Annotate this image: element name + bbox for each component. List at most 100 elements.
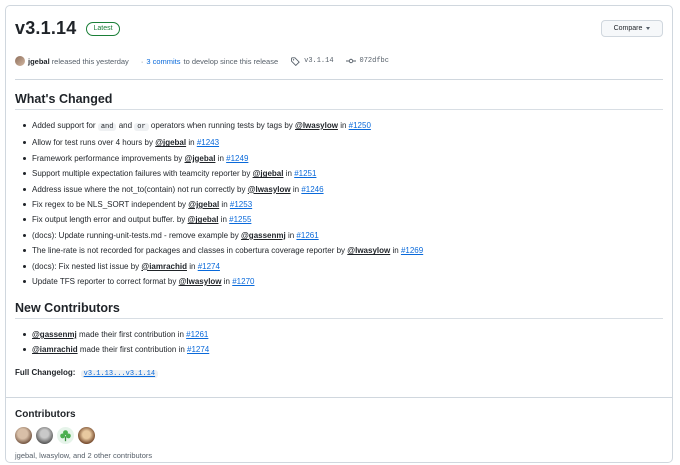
item-text: Support multiple expectation failures wi… — [32, 169, 251, 179]
compare-label: Compare — [613, 25, 643, 32]
item-text: The line-rate is not recorded for packag… — [32, 246, 346, 256]
release-meta: jgebal released this yesterday · 3 commi… — [15, 56, 663, 66]
code-or: or — [134, 123, 149, 131]
user-mention[interactable]: @gassenmj — [241, 231, 286, 240]
user-mention[interactable]: @jgebal — [155, 138, 186, 147]
item-text: made their first contribution in — [78, 330, 184, 339]
list-item: (docs): Update running-unit-tests.md - r… — [15, 228, 663, 243]
pr-link[interactable]: #1274 — [198, 262, 220, 271]
user-mention[interactable]: @lwasylow — [295, 121, 338, 130]
item-text: Added support for — [32, 121, 96, 130]
commit-icon — [345, 58, 356, 64]
code-and: and — [97, 123, 117, 131]
compare-button[interactable]: Compare — [601, 20, 663, 37]
user-mention[interactable]: @jgebal — [188, 215, 219, 224]
item-text: Address issue where the not_to(contain) … — [32, 184, 246, 194]
item-text: Allow for test runs over 4 hours by — [32, 138, 153, 148]
user-mention[interactable]: @jgebal — [253, 169, 284, 178]
commit-hash-link[interactable]: 072dfbc — [360, 57, 389, 65]
contributor-avatars — [15, 427, 95, 444]
contributors-divider — [6, 397, 672, 398]
user-mention[interactable]: @gassenmj — [32, 330, 77, 339]
pr-link[interactable]: #1243 — [197, 138, 219, 147]
clover-icon — [60, 430, 71, 442]
item-text: in — [223, 277, 230, 287]
commits-dot: · — [140, 56, 144, 66]
item-text: (docs): Update running-unit-tests.md - r… — [32, 230, 239, 240]
item-text: in — [340, 121, 347, 130]
list-item: Update TFS reporter to correct format by… — [15, 274, 663, 289]
new-contributors-list: @gassenmj made their first contribution … — [15, 327, 663, 358]
list-item: Address issue where the not_to(contain) … — [15, 182, 663, 197]
chevron-down-icon — [646, 27, 651, 30]
list-item: Support multiple expectation failures wi… — [15, 166, 663, 181]
pr-link[interactable]: #1261 — [186, 330, 208, 339]
whats-changed-heading: What's Changed — [15, 92, 113, 106]
release-title[interactable]: v3.1.14 — [15, 18, 76, 39]
pr-link[interactable]: #1250 — [349, 121, 371, 130]
tag-link[interactable]: v3.1.14 — [304, 57, 333, 65]
pr-link[interactable]: #1269 — [401, 246, 423, 255]
release-card: v3.1.14 Latest Compare jgebal released t… — [5, 5, 673, 463]
heading-underline — [15, 318, 663, 319]
list-item: @iamrachid made their first contribution… — [15, 342, 663, 357]
new-contributors-section: New Contributors @gassenmj made their fi… — [15, 301, 663, 358]
item-text: Fix output length error and output buffe… — [32, 215, 186, 225]
list-item: Added support for and and or operators w… — [15, 118, 663, 135]
user-mention[interactable]: @lwasylow — [248, 185, 291, 194]
pr-link[interactable]: #1246 — [301, 185, 323, 194]
changelog-link[interactable]: v3.1.13...v3.1.14 — [80, 370, 159, 378]
pr-link[interactable]: #1261 — [296, 231, 318, 240]
contributors-heading: Contributors — [15, 409, 76, 420]
header-divider — [15, 79, 663, 80]
commits-suffix: to develop since this release — [183, 56, 279, 66]
list-item: (docs): Fix nested list issue by @iamrac… — [15, 259, 663, 274]
user-mention[interactable]: @iamrachid — [32, 345, 78, 354]
pr-link[interactable]: #1274 — [187, 345, 209, 354]
list-item: Allow for test runs over 4 hours by @jge… — [15, 135, 663, 150]
item-text: made their first contribution in — [79, 345, 185, 355]
user-mention[interactable]: @iamrachid — [141, 262, 187, 271]
avatar[interactable] — [36, 427, 53, 444]
pr-link[interactable]: #1253 — [230, 200, 252, 209]
item-text: Fix regex to be NLS_SORT independent by — [32, 200, 187, 210]
contributors-summary: jgebal, lwasylow, and 2 other contributo… — [15, 451, 153, 460]
avatar[interactable] — [78, 427, 95, 444]
changes-list: Added support for and and or operators w… — [15, 118, 663, 289]
full-changelog: Full Changelog: v3.1.13...v3.1.14 — [15, 368, 159, 378]
user-mention[interactable]: @jgebal — [185, 154, 216, 163]
release-header: v3.1.14 Latest Compare jgebal released t… — [15, 18, 663, 84]
avatar[interactable] — [57, 427, 74, 444]
new-contributors-heading: New Contributors — [15, 301, 120, 315]
pr-link[interactable]: #1251 — [294, 169, 316, 178]
list-item: Fix output length error and output buffe… — [15, 212, 663, 227]
pr-link[interactable]: #1255 — [229, 215, 251, 224]
item-text: in — [287, 230, 295, 240]
item-text: in — [189, 261, 196, 271]
item-text: in — [217, 153, 224, 163]
item-text: and — [118, 121, 133, 130]
list-item: The line-rate is not recorded for packag… — [15, 243, 663, 258]
item-text: (docs): Fix nested list issue by — [32, 261, 140, 271]
user-mention[interactable]: @lwasylow — [347, 246, 390, 255]
item-text: in — [220, 215, 227, 225]
pr-link[interactable]: #1270 — [232, 277, 254, 286]
author-link[interactable]: jgebal — [28, 57, 50, 66]
item-text: Update TFS reporter to correct format by — [32, 277, 177, 287]
pr-link[interactable]: #1249 — [226, 154, 248, 163]
list-item: Framework performance improvements by @j… — [15, 151, 663, 166]
latest-badge: Latest — [86, 21, 120, 36]
user-mention[interactable]: @jgebal — [188, 200, 219, 209]
user-mention[interactable]: @lwasylow — [179, 277, 222, 286]
whats-changed-section: What's Changed Added support for and and… — [15, 92, 663, 289]
tag-icon — [291, 56, 300, 66]
heading-underline — [15, 109, 663, 110]
item-text: in — [188, 138, 195, 148]
list-item: @gassenmj made their first contribution … — [15, 327, 663, 342]
item-text: in — [285, 169, 292, 179]
item-text: Framework performance improvements by — [32, 153, 183, 163]
avatar[interactable] — [15, 427, 32, 444]
author-avatar[interactable] — [15, 56, 25, 66]
commits-link[interactable]: 3 commits — [146, 57, 180, 66]
item-text: in — [292, 184, 300, 194]
